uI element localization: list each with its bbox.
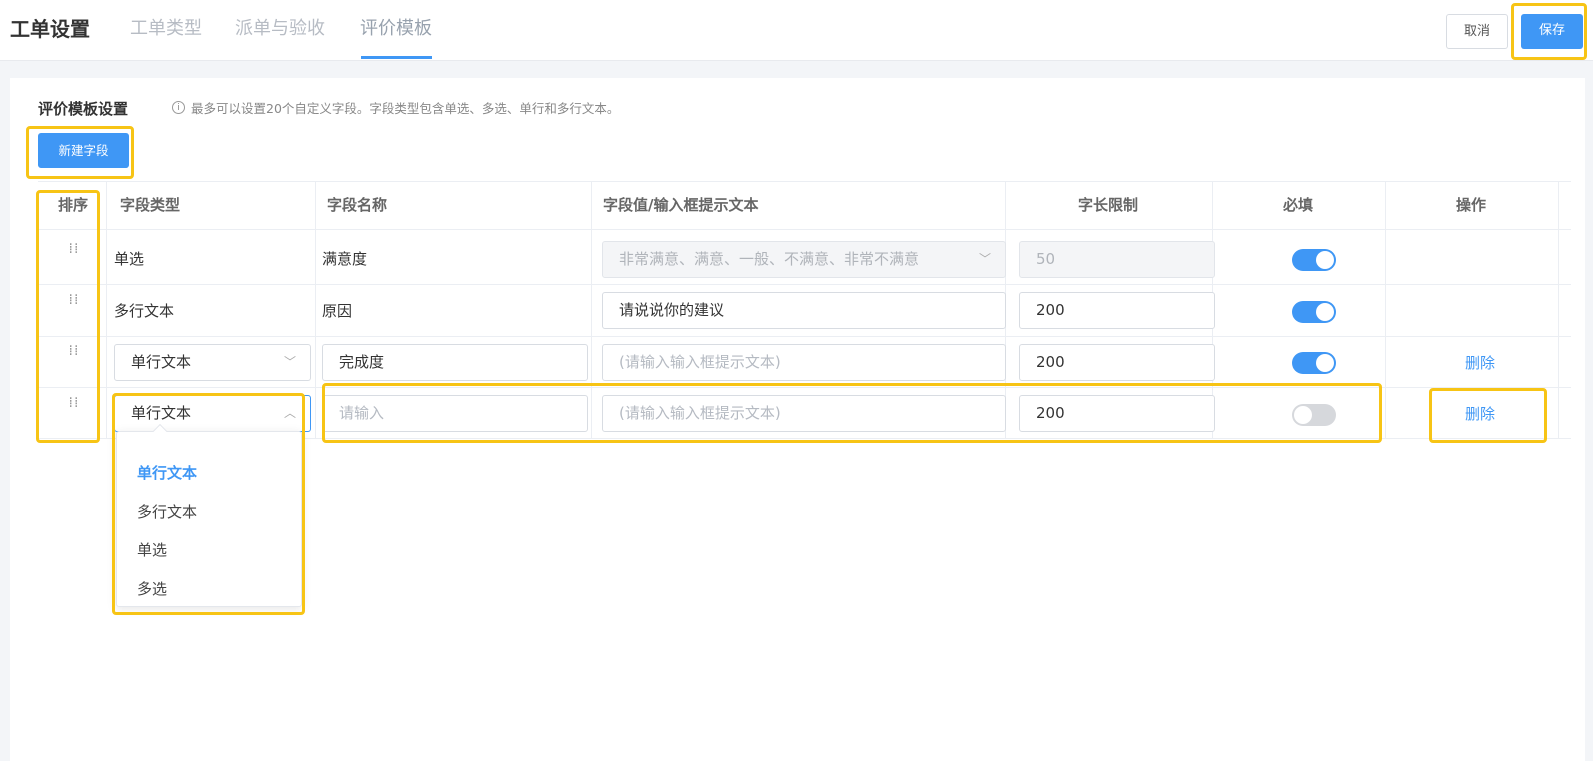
row-divider	[38, 336, 1571, 337]
cancel-button[interactable]: 取消	[1446, 14, 1508, 49]
field-value-select: 非常满意、满意、一般、不满意、非常不满意 ﹀	[602, 241, 1006, 278]
chevron-down-icon: ﹀	[283, 355, 296, 369]
info-circle-icon: i	[172, 101, 185, 114]
column-header-required: 必填	[1283, 196, 1314, 214]
column-header-actions: 操作	[1456, 196, 1487, 214]
field-type-value: 单行文本	[131, 353, 192, 371]
tab-ticket-type[interactable]: 工单类型	[130, 14, 202, 44]
section-title: 评价模板设置	[38, 100, 129, 118]
required-toggle[interactable]	[1292, 249, 1336, 271]
column-header-length-limit: 字长限制	[1078, 196, 1139, 214]
field-value-input[interactable]: (请输入输入框提示文本)	[602, 344, 1006, 381]
row-divider	[38, 284, 1571, 285]
section-hint: 最多可以设置20个自定义字段。字段类型包含单选、多选、单行和多行文本。	[191, 101, 620, 116]
table-header	[38, 181, 1571, 230]
tab-evaluation-template[interactable]: 评价模板	[360, 14, 432, 44]
field-type-text: 单选	[114, 250, 145, 268]
field-name-text: 满意度	[322, 250, 368, 268]
chevron-down-icon: ﹀	[978, 252, 991, 266]
field-name-input[interactable]: 完成度	[322, 344, 588, 381]
column-divider	[1385, 181, 1386, 438]
required-toggle[interactable]	[1292, 301, 1336, 323]
highlight-box	[26, 126, 134, 179]
column-divider	[1558, 181, 1559, 438]
field-type-text: 多行文本	[114, 302, 175, 320]
delete-link[interactable]: 删除	[1465, 353, 1495, 373]
length-limit-input[interactable]: 200	[1019, 344, 1215, 381]
page-title: 工单设置	[10, 17, 90, 41]
active-tab-indicator	[361, 56, 432, 59]
column-divider	[315, 181, 316, 438]
required-toggle[interactable]	[1292, 352, 1336, 374]
highlight-box	[112, 393, 305, 615]
field-name-text: 原因	[322, 302, 353, 320]
field-value-input[interactable]: 请说说你的建议	[602, 292, 1006, 329]
column-header-field-name: 字段名称	[327, 196, 388, 214]
tab-dispatch-acceptance[interactable]: 派单与验收	[235, 14, 325, 44]
column-divider	[106, 181, 107, 438]
highlight-box	[1429, 388, 1547, 443]
highlight-box	[322, 383, 1382, 443]
highlight-box	[1511, 3, 1587, 60]
column-header-field-type: 字段类型	[120, 196, 181, 214]
highlight-box	[36, 190, 100, 443]
length-limit-input: 50	[1019, 241, 1215, 278]
length-limit-input[interactable]: 200	[1019, 292, 1215, 329]
field-type-select[interactable]: 单行文本 ﹀	[114, 344, 311, 381]
field-value-text: 非常满意、满意、一般、不满意、非常不满意	[619, 250, 920, 268]
column-header-field-value: 字段值/输入框提示文本	[603, 196, 759, 214]
